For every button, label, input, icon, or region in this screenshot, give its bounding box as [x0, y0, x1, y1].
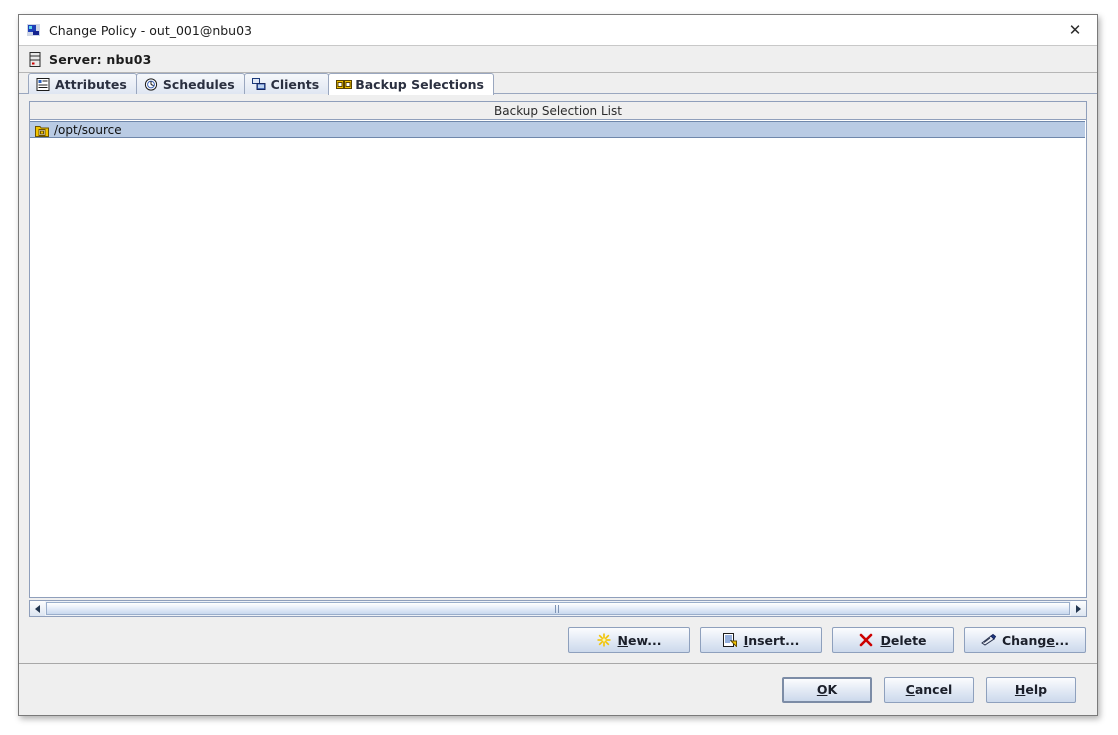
tab-schedules[interactable]: Schedules [135, 73, 245, 94]
window-title: Change Policy - out_001@nbu03 [49, 22, 253, 38]
server-label: Server: nbu03 [49, 51, 152, 67]
scrollbar-grip-icon [555, 604, 561, 613]
tab-backup-selections-label: Backup Selections [355, 77, 484, 92]
insert-button[interactable]: Insert... [700, 627, 822, 653]
title-bar: Change Policy - out_001@nbu03 ✕ [19, 15, 1097, 46]
tab-strip: Attributes Schedules Clients Backup Sele… [19, 73, 1097, 95]
tab-attributes[interactable]: Attributes [28, 73, 137, 94]
tab-schedules-label: Schedules [162, 76, 235, 92]
cancel-button-label: Cancel [905, 682, 953, 697]
cancel-button[interactable]: Cancel [884, 676, 974, 703]
dialog-footer: OK Cancel Help [19, 663, 1097, 715]
insert-button-label: Insert... [743, 632, 800, 648]
clients-icon [251, 77, 266, 91]
tab-clients[interactable]: Clients [243, 73, 330, 94]
change-button-label: Change... [1001, 632, 1070, 648]
list-body[interactable]: /opt/source [30, 120, 1086, 597]
ok-button-label: OK [816, 682, 838, 697]
red-x-icon [859, 633, 873, 647]
scroll-left-arrow-icon[interactable] [30, 601, 45, 616]
help-button[interactable]: Help [986, 676, 1076, 703]
attributes-icon [36, 77, 50, 91]
list-item-label: /opt/source [54, 122, 122, 137]
tab-backup-selections[interactable]: Backup Selections [328, 73, 494, 95]
backup-selections-icon [336, 78, 353, 91]
scrollbar-thumb[interactable] [46, 602, 1070, 615]
ok-button[interactable]: OK [782, 676, 872, 703]
app-icon [26, 22, 42, 38]
tab-clients-label: Clients [270, 76, 320, 92]
list-header: Backup Selection List [30, 102, 1086, 120]
horizontal-scrollbar[interactable] [29, 600, 1087, 617]
scroll-right-arrow-icon[interactable] [1071, 601, 1086, 616]
server-icon [29, 51, 42, 67]
new-button-label: New... [617, 632, 662, 648]
folder-file-icon [35, 123, 49, 137]
change-policy-dialog: Change Policy - out_001@nbu03 ✕ Server: … [18, 14, 1098, 716]
close-icon[interactable]: ✕ [1053, 15, 1097, 45]
server-bar: Server: nbu03 [19, 46, 1097, 73]
pencil-icon [981, 633, 997, 647]
clock-icon [144, 77, 158, 91]
scrollbar-track[interactable] [45, 601, 1071, 616]
list-item[interactable]: /opt/source [30, 121, 1085, 138]
delete-button-label: Delete [880, 632, 927, 648]
content-area: Backup Selection List /opt/source New...… [19, 94, 1097, 663]
change-button[interactable]: Change... [964, 627, 1086, 653]
action-button-row: New... Insert... Delete Change... [29, 617, 1087, 663]
insert-doc-icon [722, 633, 737, 648]
starburst-icon [597, 633, 611, 647]
backup-selection-list-panel: Backup Selection List /opt/source [29, 101, 1087, 598]
tab-attributes-label: Attributes [55, 76, 127, 92]
new-button[interactable]: New... [568, 627, 690, 653]
help-button-label: Help [1014, 682, 1048, 697]
delete-button[interactable]: Delete [832, 627, 954, 653]
